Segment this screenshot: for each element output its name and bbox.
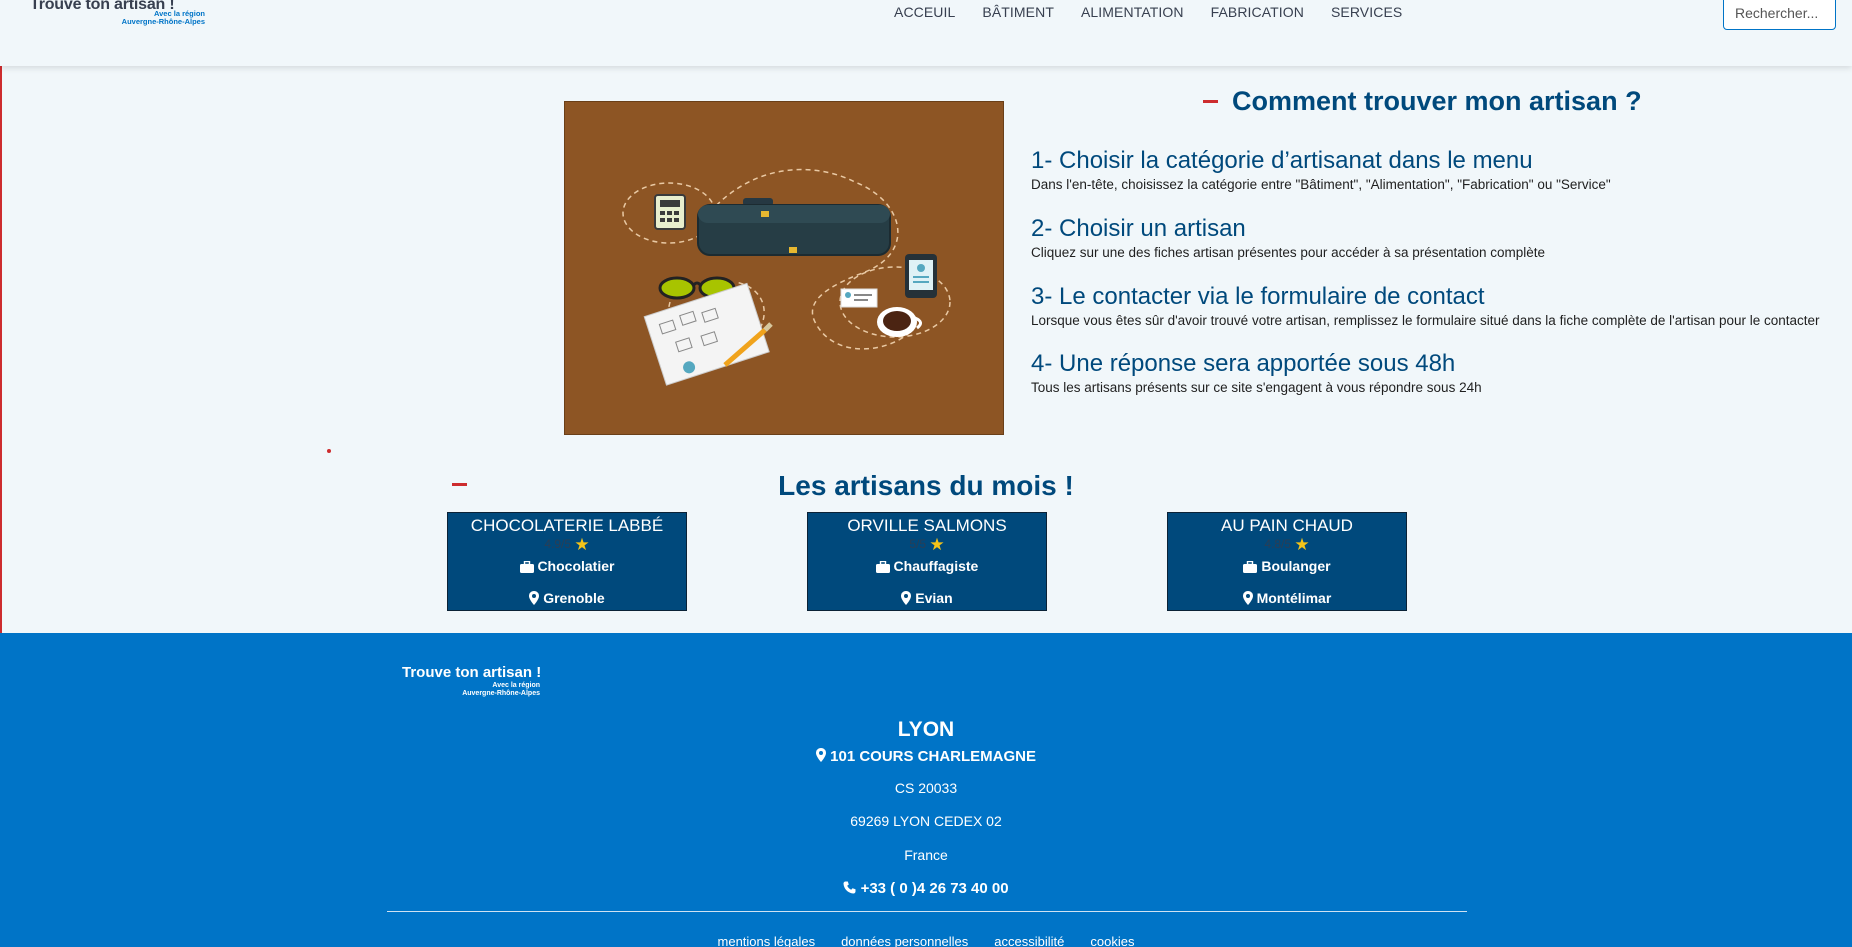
- link-cookies[interactable]: cookies: [1090, 934, 1134, 947]
- briefcase-icon: [519, 560, 534, 573]
- logo-subtitle: Avec la région Auvergne-Rhône-Alpes: [122, 10, 205, 26]
- job-label: Chocolatier: [537, 558, 615, 574]
- nav-services[interactable]: SERVICES: [1331, 4, 1402, 20]
- step-4: 4- Une réponse sera apportée sous 48h To…: [1031, 349, 1482, 395]
- artisan-card-1[interactable]: CHOCOLATERIE LABBÉ 4.9/5 ★ Chocolatier G…: [447, 512, 687, 611]
- footer-postal: 69269 LYON CEDEX 02: [850, 813, 1002, 829]
- job-label: Boulanger: [1261, 558, 1331, 574]
- main-nav: ACCEUIL BÂTIMENT ALIMENTATION FABRICATIO…: [894, 4, 1402, 20]
- nav-fabrication[interactable]: FABRICATION: [1211, 4, 1304, 20]
- footer-logo-title: Trouve ton artisan !: [402, 664, 542, 681]
- link-accessibilite[interactable]: accessibilité: [994, 934, 1064, 947]
- footer-divider: [387, 911, 1467, 912]
- phone-icon: [843, 881, 856, 894]
- star-icon: ★: [574, 535, 590, 554]
- title-dash-icon: [1203, 100, 1218, 103]
- artisan-job: Chocolatier: [448, 557, 686, 575]
- nav-alimentation[interactable]: ALIMENTATION: [1081, 4, 1184, 20]
- rating-value: 4.9/5: [544, 537, 572, 551]
- artisan-job: Boulanger: [1168, 557, 1406, 575]
- artisan-job: Chauffagiste: [808, 557, 1046, 575]
- search-input[interactable]: Rechercher...: [1723, 0, 1836, 30]
- map-pin-icon: [529, 591, 540, 605]
- artisan-rating: 4.8/5 ★: [1168, 536, 1406, 553]
- job-label: Chauffagiste: [893, 558, 979, 574]
- footer-links: mentions légales données personnelles ac…: [0, 934, 1852, 947]
- briefcase-icon: [875, 560, 890, 573]
- artisan-city: Montélimar: [1168, 589, 1406, 607]
- step-title: 3- Le contacter via le formulaire de con…: [1031, 283, 1485, 310]
- artisan-card-2[interactable]: ORVILLE SALMONS 5/5 ★ Chauffagiste Evian: [807, 512, 1047, 611]
- link-donnees-personnelles[interactable]: données personnelles: [841, 934, 968, 947]
- city-label: Grenoble: [543, 590, 605, 606]
- phone-text: +33 ( 0 )4 26 73 40 00: [860, 880, 1009, 897]
- nav-batiment[interactable]: BÂTIMENT: [982, 4, 1054, 20]
- map-pin-icon: [815, 748, 826, 762]
- footer-address: 101 COURS CHARLEMAGNE: [0, 748, 1852, 765]
- footer-logo[interactable]: Trouve ton artisan ! Avec la région Auve…: [402, 664, 542, 698]
- how-title: Comment trouver mon artisan ?: [1232, 86, 1642, 116]
- artisan-name: ORVILLE SALMONS: [847, 516, 1007, 535]
- nav-accueil[interactable]: ACCEUIL: [894, 4, 955, 20]
- artisan-card-3[interactable]: AU PAIN CHAUD 4.8/5 ★ Boulanger Montélim…: [1167, 512, 1407, 611]
- step-3: 3- Le contacter via le formulaire de con…: [1031, 282, 1820, 328]
- step-text: Lorsque vous êtes sûr d'avoir trouvé vot…: [1031, 313, 1820, 328]
- footer-logo-line2: Auvergne-Rhône-Alpes: [462, 690, 540, 697]
- artisan-rating: 4.9/5 ★: [448, 536, 686, 553]
- city-label: Evian: [915, 590, 953, 606]
- step-title: 2- Choisir un artisan: [1031, 215, 1246, 242]
- footer-country: France: [904, 847, 948, 863]
- site-footer: Trouve ton artisan ! Avec la région Auve…: [0, 633, 1852, 947]
- city-label: Montélimar: [1256, 590, 1332, 606]
- footer-phone[interactable]: +33 ( 0 )4 26 73 40 00: [0, 880, 1852, 897]
- footer-logo-subtitle: Avec la région Auvergne-Rhône-Alpes: [402, 682, 540, 698]
- step-text: Dans l'en-tête, choisissez la catégorie …: [1031, 177, 1611, 192]
- step-title: 4- Une réponse sera apportée sous 48h: [1031, 350, 1456, 377]
- artisans-title: Les artisans du mois !: [778, 470, 1074, 501]
- step-title: 1- Choisir la catégorie d’artisanat dans…: [1031, 147, 1533, 174]
- step-text: Tous les artisans présents sur ce site s…: [1031, 380, 1482, 395]
- star-icon: ★: [929, 535, 945, 554]
- map-pin-icon: [1242, 591, 1253, 605]
- decorative-dot: [327, 449, 331, 453]
- rating-value: 4.8/5: [1264, 537, 1292, 551]
- how-title-group: Comment trouver mon artisan ?: [1203, 86, 1642, 117]
- site-logo[interactable]: Trouve ton artisan ! Avec la région Auve…: [30, 0, 205, 30]
- rating-value: 5/5: [909, 537, 927, 551]
- artisan-name: AU PAIN CHAUD: [1221, 516, 1353, 535]
- logo-line2: Auvergne-Rhône-Alpes: [121, 17, 205, 26]
- footer-city: LYON: [897, 718, 955, 741]
- desk-illustration: [622, 168, 951, 386]
- briefcase-icon: [1243, 560, 1258, 573]
- step-2: 2- Choisir un artisan Cliquez sur une de…: [1031, 214, 1545, 260]
- artisan-city: Grenoble: [448, 589, 686, 607]
- step-text: Cliquez sur une des fiches artisan prése…: [1031, 245, 1546, 260]
- footer-logo-line1: Avec la région: [492, 682, 540, 689]
- how-to-illustration: [564, 101, 1004, 435]
- map-pin-icon: [901, 591, 912, 605]
- link-mentions-legales[interactable]: mentions légales: [718, 934, 816, 947]
- step-1: 1- Choisir la catégorie d’artisanat dans…: [1031, 146, 1611, 192]
- address-text: 101 COURS CHARLEMAGNE: [830, 748, 1037, 765]
- star-icon: ★: [1294, 535, 1310, 554]
- artisan-name: CHOCOLATERIE LABBÉ: [470, 516, 664, 535]
- footer-cs: CS 20033: [894, 780, 958, 796]
- artisan-city: Evian: [808, 589, 1046, 607]
- site-header: Trouve ton artisan ! Avec la région Auve…: [0, 0, 1852, 66]
- artisan-rating: 5/5 ★: [808, 536, 1046, 553]
